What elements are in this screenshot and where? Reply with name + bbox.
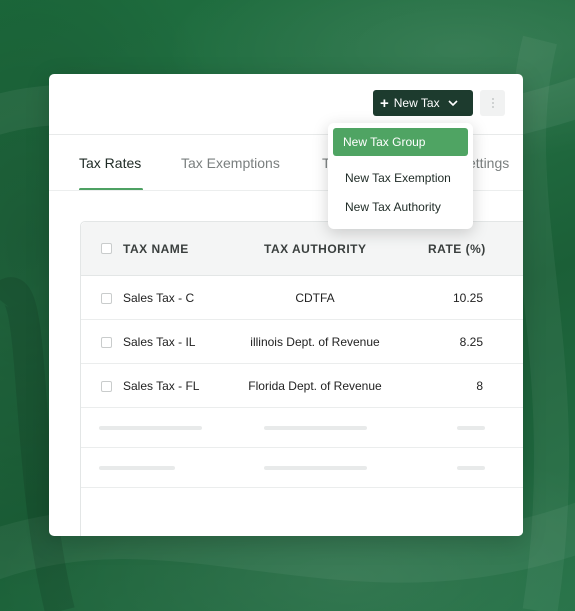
menu-item-new-tax-authority[interactable]: New Tax Authority — [345, 200, 441, 214]
placeholder-bar — [264, 466, 367, 470]
tax-authority-cell: Florida Dept. of Revenue — [248, 379, 382, 393]
table-header: TAX NAME TAX AUTHORITY RATE (%) — [81, 222, 523, 276]
table-row[interactable]: Sales Tax - FL Florida Dept. of Revenue … — [81, 364, 523, 408]
rate-cell: 10.25 — [452, 291, 483, 305]
column-tax-authority[interactable]: TAX AUTHORITY — [264, 242, 367, 256]
new-tax-button[interactable]: + New Tax — [373, 90, 473, 116]
placeholder-bar — [457, 426, 485, 430]
select-all-checkbox[interactable] — [101, 243, 112, 254]
tax-rates-table: TAX NAME TAX AUTHORITY RATE (%) Sales Ta… — [80, 221, 523, 536]
table-row[interactable]: Sales Tax - C CDTFA 10.25 — [81, 276, 523, 320]
row-checkbox[interactable] — [101, 381, 112, 392]
more-vertical-icon-dot — [491, 106, 494, 108]
menu-item-new-tax-group[interactable]: New Tax Group — [333, 128, 468, 156]
placeholder-bar — [99, 466, 175, 470]
plus-icon: + — [380, 94, 389, 112]
more-options-button[interactable] — [480, 90, 505, 116]
rate-cell: 8.25 — [459, 335, 483, 349]
more-vertical-icon-dot — [491, 102, 494, 104]
tax-authority-cell: illinois Dept. of Revenue — [250, 335, 380, 349]
new-tax-label: New Tax — [393, 96, 440, 110]
placeholder-bar — [264, 426, 367, 430]
tax-name-cell: Sales Tax - C — [123, 291, 195, 305]
column-tax-name[interactable]: TAX NAME — [123, 242, 189, 256]
chevron-down-icon — [447, 99, 458, 107]
table-row[interactable]: Sales Tax - IL illinois Dept. of Revenue… — [81, 320, 523, 364]
placeholder-bar — [457, 466, 485, 470]
tax-authority-cell: CDTFA — [295, 291, 335, 305]
menu-item-new-tax-exemption[interactable]: New Tax Exemption — [345, 171, 451, 185]
placeholder-row — [81, 448, 523, 488]
rate-cell: 8 — [476, 379, 483, 393]
new-tax-dropdown-menu: New Tax Group New Tax Exemption New Tax … — [328, 123, 473, 229]
row-checkbox[interactable] — [101, 293, 112, 304]
row-checkbox[interactable] — [101, 337, 112, 348]
placeholder-row — [81, 408, 523, 448]
placeholder-bar — [99, 426, 202, 430]
tax-name-cell: Sales Tax - IL — [123, 335, 196, 349]
tab-tax-rates[interactable]: Tax Rates — [79, 155, 141, 171]
tab-settings[interactable]: ettings — [468, 155, 509, 171]
tab-tax-exemptions[interactable]: Tax Exemptions — [181, 155, 280, 171]
tax-name-cell: Sales Tax - FL — [123, 379, 200, 393]
more-vertical-icon — [491, 98, 494, 100]
column-rate[interactable]: RATE (%) — [428, 242, 486, 256]
